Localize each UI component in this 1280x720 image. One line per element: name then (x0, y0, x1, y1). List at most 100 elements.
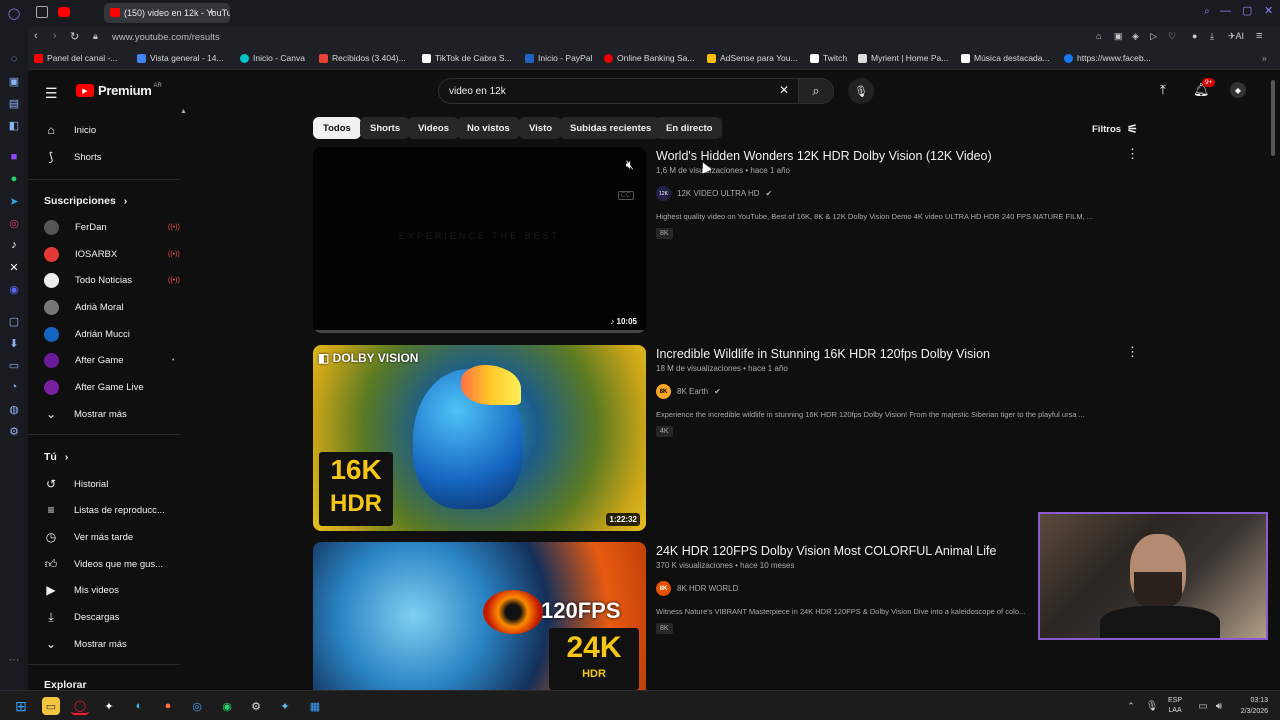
youtube-tab-pinned-icon[interactable] (58, 7, 70, 17)
chip-videos[interactable]: Videos (408, 117, 459, 139)
show-more-you[interactable]: ⌄ Mostrar más (44, 631, 180, 657)
bookmarks-sidebar-icon[interactable]: ▭ (7, 358, 21, 372)
settings-sidebar-icon[interactable]: ⚙ (7, 424, 21, 438)
action-menu-icon[interactable]: ⋮ (1126, 146, 1139, 162)
chip-visto[interactable]: Visto (519, 117, 563, 139)
file-explorer-icon[interactable]: ▭ (42, 697, 60, 715)
easy-setup-icon[interactable]: ≡ (1256, 30, 1262, 42)
adblock-icon[interactable]: ◈ (1132, 31, 1139, 42)
tab-menu-icon[interactable] (36, 6, 48, 18)
sidebar-item-watch-later[interactable]: ◷ Ver más tarde (44, 524, 180, 550)
youtube-logo[interactable]: ▶ Premium AR (76, 83, 162, 98)
filters-button[interactable]: Filtros ⚟ (1092, 122, 1138, 136)
bookmark-page-icon[interactable]: ⌂ (1096, 31, 1101, 41)
bookmark-item[interactable]: Vista general - 14... (137, 53, 224, 63)
clock[interactable]: 03:13 2/3/2026 (1232, 695, 1268, 717)
close-window-icon[interactable]: ✕ (1264, 4, 1273, 17)
sidebar-item-historial[interactable]: ↺ Historial (44, 471, 180, 497)
volume-icon[interactable]: 🔊︎ (1210, 697, 1228, 715)
bookmark-item[interactable]: Recibidos (3.404)... (319, 53, 406, 63)
clear-search-icon[interactable]: ✕ (779, 83, 789, 97)
search-input[interactable]: video en 12k (449, 86, 506, 97)
sidebar-you-header[interactable]: Tú › (44, 444, 180, 470)
steam-taskbar-icon[interactable]: ✦ (276, 697, 294, 715)
subscription-item[interactable]: FerDan ((•)) (44, 214, 180, 240)
minimize-icon[interactable]: — (1220, 5, 1231, 17)
heart-icon[interactable]: ♡ (1168, 31, 1176, 42)
windows-start-icon[interactable]: ⊞ (12, 697, 30, 715)
url-field[interactable]: www.youtube.com/results (112, 32, 220, 43)
video-thumbnail[interactable]: 120FPS 24K HDR (313, 542, 646, 690)
show-more-subscriptions[interactable]: ⌄ Mostrar más (44, 401, 180, 427)
aria-button[interactable]: ✈︎AI (1228, 31, 1244, 42)
bookmark-item[interactable]: Online Banking Sa... (604, 53, 695, 63)
steam-icon[interactable]: ✦ (100, 697, 118, 715)
channel-link[interactable]: 8K 8K HDR WORLD (656, 581, 738, 596)
media-app-icon[interactable]: ▦ (306, 697, 324, 715)
chip-subidas-recientes[interactable]: Subidas recientes (560, 117, 662, 139)
sidebar-item-shorts[interactable]: ⟆ Shorts (44, 144, 180, 170)
wallet-sidebar-icon[interactable]: ◍ (7, 402, 21, 416)
subscription-item[interactable]: Adrián Mucci (44, 321, 180, 347)
feed-icon[interactable]: ▤ (7, 96, 21, 110)
sidebar-item-inicio[interactable]: ⌂ Inicio (44, 117, 180, 143)
voice-search-button[interactable]: 🎙︎ (848, 78, 874, 104)
back-icon[interactable]: ‹ (34, 30, 38, 42)
download-icon[interactable]: ⤓ (1210, 31, 1214, 42)
telegram-icon[interactable]: ➤ (7, 194, 21, 208)
workspace-icon[interactable]: ▣ (7, 74, 21, 88)
action-menu-icon[interactable]: ⋮ (1126, 344, 1139, 360)
page-scrollbar-thumb[interactable] (1271, 80, 1275, 156)
subscription-item[interactable]: Adrià Moral (44, 294, 180, 320)
tray-expand-icon[interactable]: ⌃ (1122, 697, 1140, 715)
player-icon[interactable]: ▷ (1150, 31, 1157, 42)
history-sidebar-icon[interactable]: ▢ (7, 314, 21, 328)
bookmark-item[interactable]: Myrient | Home Pa... (858, 53, 948, 63)
app-icon[interactable]: ⚙ (247, 697, 265, 715)
reload-icon[interactable]: ↻ (70, 30, 79, 43)
edge-icon[interactable]: ◐ (130, 697, 148, 715)
channel-link[interactable]: 12K 12K VIDEO ULTRA HD ✔︎ (656, 186, 772, 201)
sidebar-item-downloads[interactable]: ⤓ Descargas (44, 604, 180, 630)
bookmark-item[interactable]: https://www.faceb... (1064, 53, 1151, 63)
more-icon[interactable]: ⋯ (7, 652, 21, 666)
discord-icon[interactable]: ◉ (7, 282, 21, 296)
x-icon[interactable]: ✕ (7, 260, 21, 274)
account-avatar[interactable]: ◆ (1230, 82, 1246, 98)
sidebar-item-my-videos[interactable]: ▶ Mis videos (44, 577, 180, 603)
video-title[interactable]: 24K HDR 120FPS Dolby Vision Most COLORFU… (656, 544, 996, 558)
subscription-item[interactable]: After Game Live (44, 374, 180, 400)
firefox-icon[interactable]: ● (159, 697, 177, 715)
tray-mic-icon[interactable]: 🎙︎ (1143, 697, 1161, 715)
whatsapp-icon[interactable]: ● (7, 172, 21, 186)
bookmark-item[interactable]: Música destacada... (961, 53, 1050, 63)
downloads-sidebar-icon[interactable]: ⬇ (7, 336, 21, 350)
video-thumbnail[interactable]: ◧ DOLBY VISION 16K HDR 1:22:32 (313, 345, 646, 531)
search-box[interactable]: video en 12k ✕ (438, 78, 806, 104)
subscription-item[interactable]: IOSARBX ((•)) (44, 241, 180, 267)
bookmark-item[interactable]: Inicio - Canva (240, 53, 305, 63)
bookmark-item[interactable]: Panel del canal -... (34, 53, 117, 63)
subscription-item[interactable]: After Game • (44, 347, 180, 373)
create-icon[interactable]: ⤒ (1160, 82, 1166, 98)
subscription-item[interactable]: Todo Noticias ((•)) (44, 267, 180, 293)
skype-icon[interactable]: ◎ (188, 697, 206, 715)
sidebar-item-playlists[interactable]: ≡ Listas de reproducc... (44, 497, 180, 523)
scroll-up-icon[interactable]: ▲ (180, 108, 187, 115)
new-tab-button[interactable]: + (208, 4, 216, 19)
language-indicator[interactable]: ESP LAA (1168, 696, 1182, 716)
ai-icon[interactable]: ◌ (7, 52, 21, 66)
maximize-icon[interactable]: ▢ (1242, 4, 1252, 17)
preview-progress-bar[interactable] (313, 330, 646, 333)
instagram-icon[interactable]: ◎ (7, 216, 21, 230)
captions-icon[interactable]: CC (617, 191, 634, 200)
sidebar-item-liked[interactable]: 👍︎ Videos que me gus... (44, 551, 180, 577)
mute-icon[interactable]: 🔇︎ (626, 157, 634, 173)
video-thumbnail[interactable]: EXPERIENCE THE BEST 🔇︎ CC ♪ 10:05 (313, 147, 646, 333)
extensions-sidebar-icon[interactable]: ◔ (7, 380, 21, 394)
snapshot-icon[interactable]: ▣ (1114, 31, 1123, 42)
opera-logo-icon[interactable]: ◯ (7, 6, 21, 20)
search-tabs-icon[interactable]: ⌕ (1204, 6, 1210, 17)
notifications-button[interactable]: 🔔︎ 9+ (1193, 78, 1216, 98)
messenger-icon[interactable]: ◧ (7, 118, 21, 132)
